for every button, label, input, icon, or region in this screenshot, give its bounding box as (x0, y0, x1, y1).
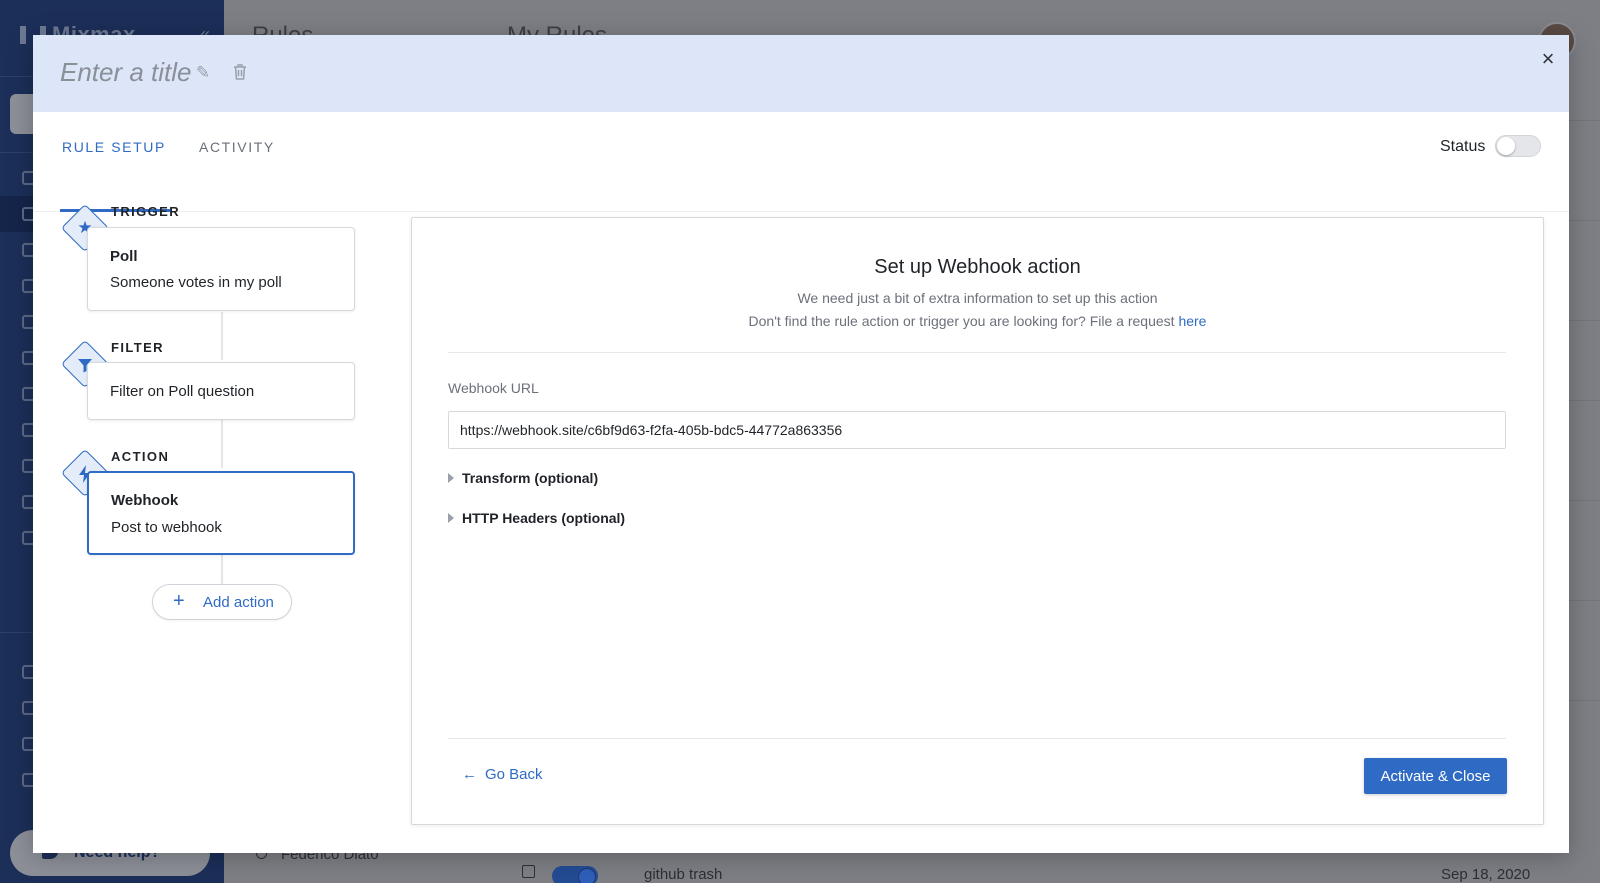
rule-row-date: Sep 18, 2020 (1441, 866, 1531, 883)
status-toggle[interactable] (1495, 135, 1541, 157)
rule-row-toggle[interactable] (552, 866, 598, 883)
filter-subtitle: Filter on Poll question (110, 383, 255, 400)
http-headers-toggle[interactable]: HTTP Headers (optional) (448, 510, 625, 526)
activate-close-button[interactable]: Activate & Close (1364, 758, 1507, 794)
trigger-subtitle: Someone votes in my poll (110, 274, 282, 291)
webhook-setup-panel: Set up Webhook action We need just a bit… (411, 217, 1544, 825)
file-request-link[interactable]: here (1178, 313, 1206, 329)
tab-rule-setup[interactable]: RULE SETUP (60, 112, 170, 212)
plus-icon: + (173, 590, 185, 612)
rule-row-name: github trash (644, 866, 723, 883)
webhook-url-input[interactable] (448, 411, 1506, 449)
panel-divider (448, 352, 1506, 353)
pencil-icon[interactable]: ✎ (193, 63, 213, 83)
trash-icon[interactable] (230, 63, 250, 83)
tab-bar: RULE SETUP ACTIVITY Status (33, 112, 1569, 212)
filter-card[interactable]: Filter on Poll question (87, 362, 355, 420)
rule-editor-modal: Enter a title ✎ × RULE SETUP ACTIVITY St… (33, 35, 1569, 853)
panel-subtitle: We need just a bit of extra information … (797, 290, 1158, 306)
transform-toggle[interactable]: Transform (optional) (448, 470, 598, 486)
expand-arrow-icon (448, 473, 454, 483)
webhook-url-label: Webhook URL (448, 380, 539, 396)
expand-arrow-icon (448, 513, 454, 523)
modal-header: Enter a title ✎ × (33, 35, 1569, 112)
rule-row-checkbox[interactable] (522, 865, 535, 878)
tab-activity[interactable]: ACTIVITY (199, 112, 275, 212)
arrow-left-icon: ← (462, 766, 477, 783)
trigger-title: Poll (110, 248, 138, 265)
filter-label: FILTER (111, 340, 164, 355)
action-label: ACTION (111, 449, 170, 464)
title-input[interactable]: Enter a title (60, 57, 192, 88)
flow-connector (221, 420, 223, 468)
flow-connector (221, 312, 223, 360)
action-title: Webhook (111, 492, 179, 509)
add-action-button[interactable]: + Add action (152, 584, 292, 620)
close-icon[interactable]: × (1533, 44, 1563, 74)
panel-help-text: Don't find the rule action or trigger yo… (412, 313, 1543, 329)
panel-help-line: Don't find the rule action or trigger yo… (748, 313, 1175, 329)
action-card[interactable]: Webhook Post to webhook (87, 471, 355, 555)
add-action-label: Add action (203, 594, 274, 611)
status-label: Status (1440, 138, 1486, 155)
trigger-label: TRIGGER (111, 204, 181, 219)
flow-connector (221, 555, 223, 585)
footer-divider (448, 738, 1506, 739)
trigger-card[interactable]: Poll Someone votes in my poll (87, 227, 355, 311)
toggle-knob (1497, 137, 1515, 155)
panel-title: Set up Webhook action (874, 256, 1081, 278)
action-subtitle: Post to webhook (111, 519, 222, 536)
go-back-button[interactable]: ← Go Back (462, 766, 543, 783)
